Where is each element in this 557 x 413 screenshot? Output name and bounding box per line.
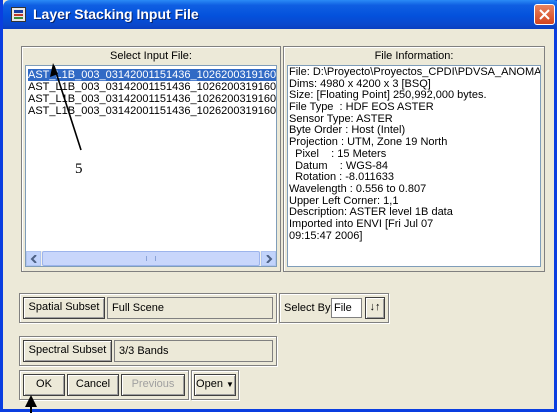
horizontal-scrollbar[interactable] [26,251,276,266]
file-info-header: File Information: [374,50,454,62]
arrow-left-icon [30,255,37,263]
scroll-left-button[interactable] [26,251,41,266]
spectral-subset-value: 3/3 Bands [114,340,273,362]
close-button[interactable] [534,4,555,25]
file-info-line: Wavelength : 0.556 to 0.807 [289,182,427,195]
annotation-arrow [50,63,82,151]
file-info-line: 09:15:47 2006] [289,229,363,242]
annotation-arrow-ok [25,395,37,413]
file-info-line: File Type : HDF EOS ASTER [289,101,434,114]
file-info-text: File: D:\Proyecto\Proyectos_CPDI\PDVSA_A… [287,65,541,267]
open-button-label: Open [196,378,223,390]
select-by-label: Select By [284,302,331,314]
spatial-subset-button[interactable]: Spatial Subset [23,297,105,319]
cancel-button[interactable]: Cancel [67,374,119,396]
close-icon [539,9,550,20]
title-bar[interactable]: Layer Stacking Input File [3,0,557,29]
file-info-line: Imported into ENVI [Fri Jul 07 [289,217,434,230]
scroll-right-button[interactable] [261,251,276,266]
select-by-toggle-button[interactable]: ↓↑ [365,297,385,319]
select-by-field[interactable]: File [331,298,362,318]
spectral-subset-button[interactable]: Spectral Subset [23,340,112,362]
scroll-thumb[interactable] [42,251,260,266]
app-icon [11,7,26,22]
file-info-line: File: D:\Proyecto\Proyectos_CPDI\PDVSA_A… [289,66,541,78]
arrow-right-icon [266,255,273,263]
window-title: Layer Stacking Input File [33,6,199,22]
file-info-panel: File Information: File: D:\Proyecto\Proy… [283,46,545,272]
file-info-line: Pixel : 15 Meters [289,147,387,160]
spatial-subset-value: Full Scene [107,297,273,319]
previous-button[interactable]: Previous [121,374,185,396]
scroll-grip [146,256,156,261]
open-menu-button[interactable]: Open ▼ [194,374,236,396]
dropdown-arrow-icon: ▼ [226,380,234,389]
sort-arrows-icon: ↓↑ [369,301,381,313]
